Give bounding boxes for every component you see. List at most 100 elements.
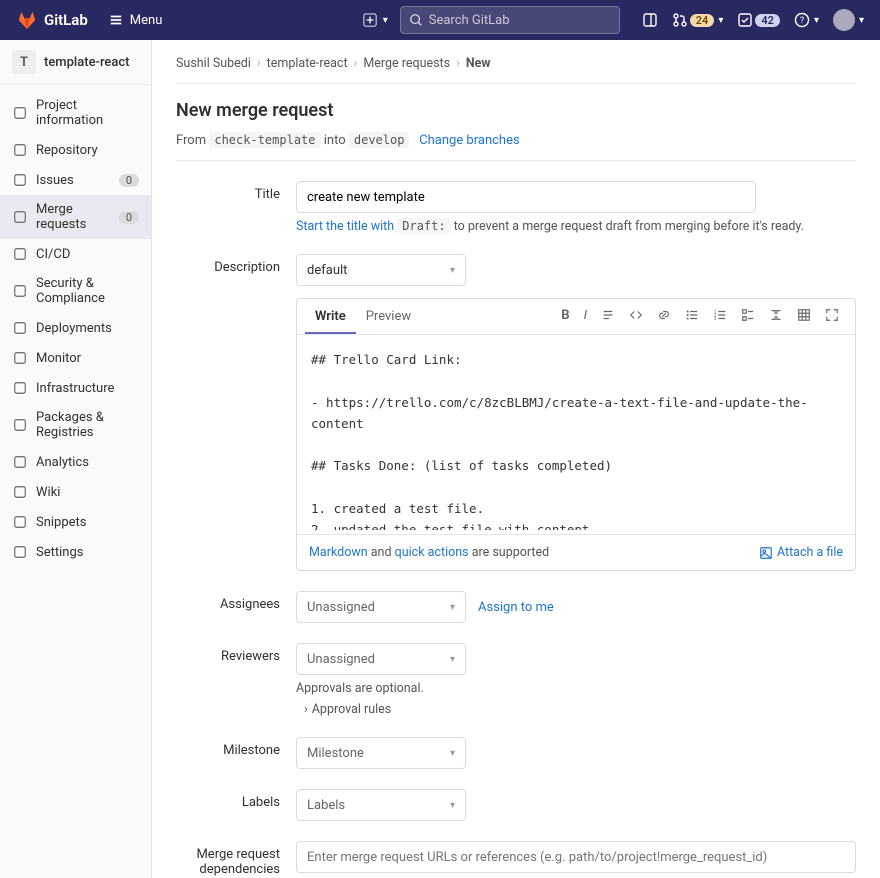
quote-icon[interactable]: [601, 308, 615, 326]
collapse-icon[interactable]: [769, 308, 783, 326]
chevron-down-icon: ▾: [450, 265, 455, 276]
attach-file-button[interactable]: Attach a file: [759, 545, 843, 560]
sidebar-item-label: Repository: [36, 143, 98, 158]
sidebar-item-monitor[interactable]: Monitor: [0, 343, 151, 373]
menu-button[interactable]: Menu: [100, 8, 171, 32]
top-icons: 24 ▾ 42 ? ▾ ▾: [642, 9, 864, 31]
code-icon[interactable]: [629, 308, 643, 326]
sidebar-item-snippets[interactable]: Snippets: [0, 507, 151, 537]
sidebar-icon: [12, 484, 28, 500]
sidebar-item-label: Settings: [36, 545, 83, 560]
italic-icon[interactable]: I: [584, 308, 587, 326]
sidebar-item-label: Analytics: [36, 455, 89, 470]
chevron-down-icon: ▾: [450, 602, 455, 613]
breadcrumb-user[interactable]: Sushil Subedi: [176, 56, 251, 71]
todos-shortcut[interactable]: 42: [737, 12, 780, 28]
breadcrumb-project[interactable]: template-react: [267, 56, 348, 71]
sidebar-item-issues[interactable]: Issues 0: [0, 165, 151, 195]
sidebar-icon: [12, 454, 28, 470]
sidebar-item-wiki[interactable]: Wiki: [0, 477, 151, 507]
labels-select[interactable]: Labels ▾: [296, 789, 466, 821]
sidebar-icon: [12, 246, 28, 262]
project-name: template-react: [44, 55, 130, 70]
breadcrumb: Sushil Subedi › template-react › Merge r…: [176, 56, 856, 84]
sidebar-icon: [12, 417, 28, 433]
milestone-select[interactable]: Milestone ▾: [296, 737, 466, 769]
merge-badge: 24: [690, 14, 715, 27]
chevron-down-icon: ▾: [814, 15, 819, 26]
user-menu[interactable]: ▾: [833, 9, 864, 31]
sidebar-item-repository[interactable]: Repository: [0, 135, 151, 165]
sidebar-item-project-information[interactable]: Project information: [0, 91, 151, 135]
breadcrumb-mr[interactable]: Merge requests: [363, 56, 450, 71]
search-input[interactable]: [400, 6, 620, 34]
sidebar-item-label: Issues: [36, 173, 74, 188]
plus-button[interactable]: ▾: [363, 13, 388, 27]
assignees-select[interactable]: Unassigned ▾: [296, 591, 466, 623]
sidebar-icon: [12, 172, 28, 188]
target-branch: develop: [349, 132, 410, 148]
quick-actions-link[interactable]: quick actions: [395, 545, 469, 560]
sidebar-icon: [12, 544, 28, 560]
sidebar-item-security-compliance[interactable]: Security & Compliance: [0, 269, 151, 313]
issues-shortcut-icon[interactable]: [642, 12, 658, 28]
approval-rules-link[interactable]: › Approval rules: [304, 702, 391, 717]
markdown-link[interactable]: Markdown: [309, 545, 368, 560]
bullet-list-icon[interactable]: [685, 308, 699, 326]
assign-to-me-link[interactable]: Assign to me: [478, 600, 554, 615]
svg-text:3: 3: [714, 316, 717, 321]
menu-label: Menu: [130, 13, 163, 28]
tab-write[interactable]: Write: [305, 299, 356, 334]
search-wrap: [400, 6, 620, 34]
description-textarea[interactable]: [297, 335, 855, 530]
help-button[interactable]: ? ▾: [794, 12, 819, 28]
tab-preview[interactable]: Preview: [356, 299, 421, 334]
sidebar-icon: [12, 350, 28, 366]
sidebar-item-label: CI/CD: [36, 247, 70, 262]
sidebar-item-packages-registries[interactable]: Packages & Registries: [0, 403, 151, 447]
sidebar-item-label: Deployments: [36, 321, 112, 336]
sidebar-icon: [12, 105, 28, 121]
reviewers-select[interactable]: Unassigned ▾: [296, 643, 466, 675]
main: Sushil Subedi › template-react › Merge r…: [152, 40, 880, 878]
sidebar-item-label: Infrastructure: [36, 381, 114, 396]
template-select[interactable]: default ▾: [296, 254, 466, 286]
sidebar-item-deployments[interactable]: Deployments: [0, 313, 151, 343]
bold-icon[interactable]: B: [561, 308, 569, 326]
title-input[interactable]: [296, 181, 756, 213]
deps-label: Merge requestdependencies: [176, 841, 296, 878]
sidebar-icon: [12, 142, 28, 158]
merge-requests-shortcut[interactable]: 24 ▾: [672, 12, 724, 28]
project-header[interactable]: T template-react: [0, 40, 151, 85]
assignees-label: Assignees: [176, 591, 296, 623]
sidebar-item-infrastructure[interactable]: Infrastructure: [0, 373, 151, 403]
number-list-icon[interactable]: 123: [713, 308, 727, 326]
page-title: New merge request: [176, 100, 856, 121]
sidebar-count: 0: [119, 211, 139, 224]
sidebar-item-label: Project information: [36, 98, 139, 128]
fullscreen-icon[interactable]: [825, 308, 839, 326]
sidebar-item-ci-cd[interactable]: CI/CD: [0, 239, 151, 269]
deps-input[interactable]: [296, 841, 856, 873]
sidebar-item-merge-requests[interactable]: Merge requests0: [0, 195, 151, 239]
sidebar-item-analytics[interactable]: Analytics: [0, 447, 151, 477]
chevron-down-icon: ▾: [450, 800, 455, 811]
draft-hint-prefix[interactable]: Start the title with: [296, 219, 394, 234]
link-icon[interactable]: [657, 308, 671, 326]
approvals-optional-text: Approvals are optional.: [296, 681, 856, 696]
sidebar-item-settings[interactable]: Settings: [0, 537, 151, 567]
change-branches-link[interactable]: Change branches: [419, 133, 520, 148]
task-list-icon[interactable]: [741, 308, 755, 326]
project-avatar: T: [12, 50, 36, 74]
branch-line: From check-template into develop Change …: [176, 133, 856, 161]
gitlab-logo[interactable]: GitLab: [16, 9, 88, 31]
sidebar-item-label: Monitor: [36, 351, 81, 366]
sidebar-count: 0: [119, 174, 139, 187]
labels-label: Labels: [176, 789, 296, 821]
table-icon[interactable]: [797, 308, 811, 326]
sidebar-item-label: Wiki: [36, 485, 60, 500]
chevron-down-icon: ▾: [450, 654, 455, 665]
svg-text:?: ?: [800, 16, 804, 26]
chevron-right-icon: ›: [304, 702, 308, 717]
brand-text: GitLab: [44, 11, 88, 29]
